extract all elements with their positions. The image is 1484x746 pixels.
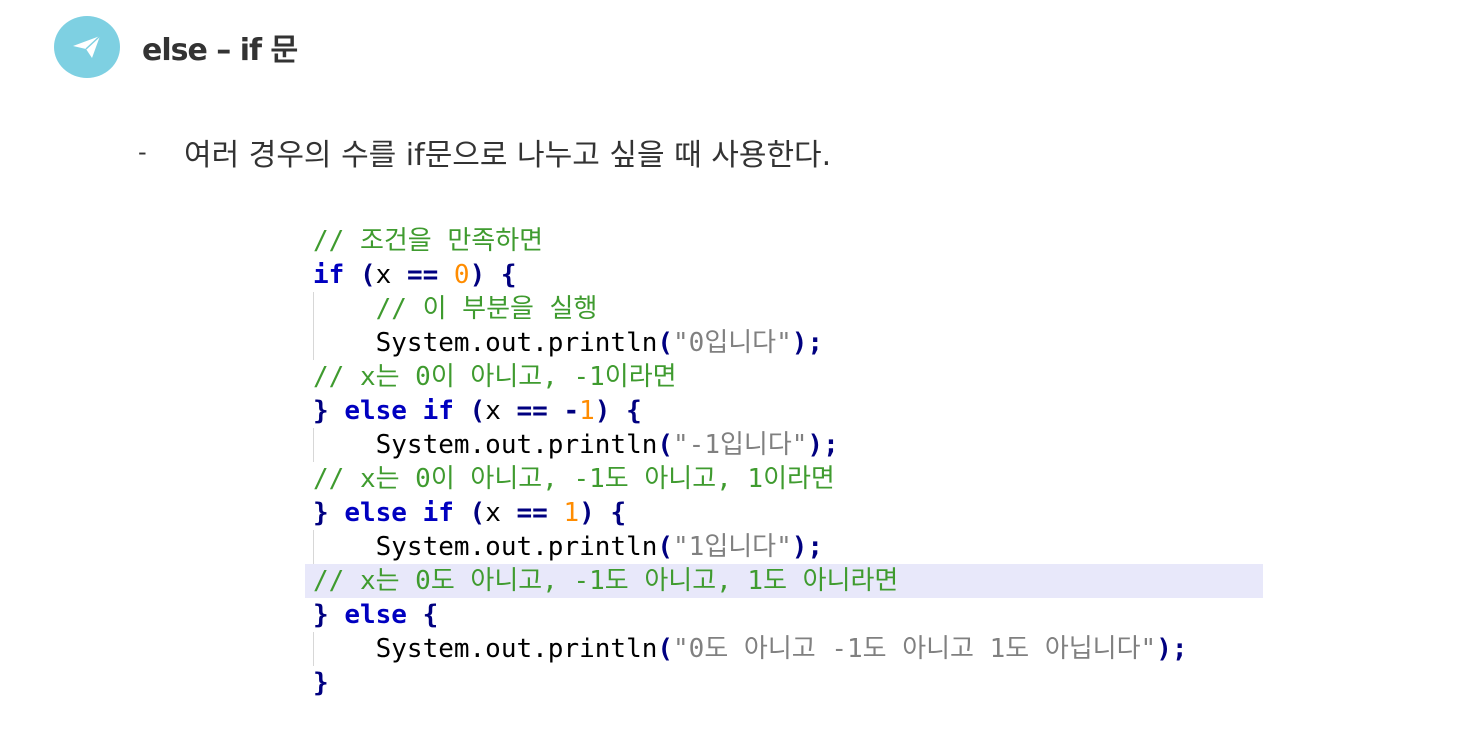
bullet-text: 여러 경우의 수를 if문으로 나누고 싶을 때 사용한다. bbox=[184, 138, 832, 173]
code-comment: // x는 0이 아니고, -1도 아니고, 1이라면 bbox=[313, 464, 835, 494]
code-line: } else if (x == 1) { bbox=[313, 498, 627, 528]
bullet-item: - 여러 경우의 수를 if문으로 나누고 싶을 때 사용한다. bbox=[138, 132, 832, 173]
code-line-highlighted: // x는 0도 아니고, -1도 아니고, 1도 아니라면 bbox=[305, 564, 1263, 598]
code-line: } bbox=[313, 668, 329, 698]
code-line: // x는 0이 아니고, -1이라면 bbox=[305, 360, 1263, 394]
code-line: System.out.println("0도 아니고 -1도 아니고 1도 아닙… bbox=[313, 634, 1188, 664]
section-header: else – if 문 bbox=[54, 16, 298, 78]
code-line: // 조건을 만족하면 bbox=[305, 224, 1263, 258]
code-line: System.out.println("1입니다"); bbox=[313, 532, 824, 562]
code-line: // x는 0이 아니고, -1도 아니고, 1이라면 bbox=[305, 462, 1263, 496]
code-line: if (x == 0) { bbox=[313, 260, 517, 290]
section-title: else – if 문 bbox=[142, 33, 298, 68]
code-block: // 조건을 만족하면 if (x == 0) { // 이 부분을 실행 Sy… bbox=[305, 224, 1263, 700]
code-comment: // 조건을 만족하면 bbox=[313, 226, 544, 256]
code-comment: // 이 부분을 실행 bbox=[313, 294, 598, 324]
code-comment: // x는 0이 아니고, -1이라면 bbox=[313, 362, 677, 392]
code-line: } else { bbox=[313, 600, 439, 630]
code-line: } else if (x == -1) { bbox=[313, 396, 642, 426]
code-comment: // x는 0도 아니고, -1도 아니고, 1도 아니라면 bbox=[313, 566, 899, 596]
code-line: // 이 부분을 실행 bbox=[305, 292, 1263, 326]
bullet-marker: - bbox=[138, 138, 147, 166]
code-line: System.out.println("-1입니다"); bbox=[313, 430, 839, 460]
paper-plane-icon bbox=[54, 16, 120, 78]
code-line: System.out.println("0입니다"); bbox=[313, 328, 824, 358]
